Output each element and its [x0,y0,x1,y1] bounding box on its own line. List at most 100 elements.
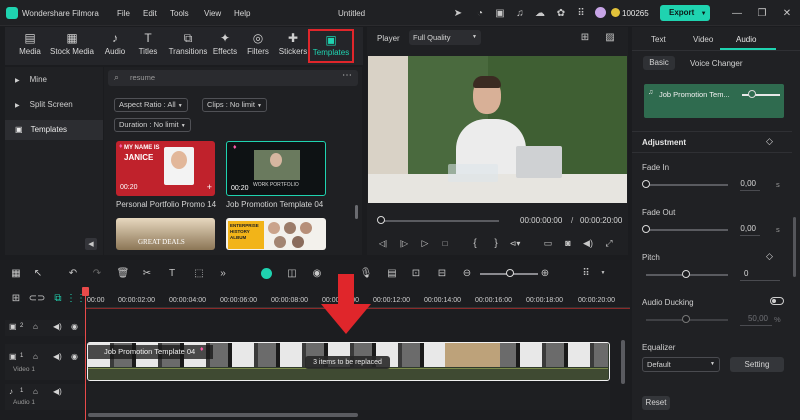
fade-in-slider[interactable] [646,184,728,186]
zoom-in-icon[interactable]: ⊕ [539,267,551,279]
camera-icon[interactable]: ◙ [562,237,574,249]
grid-icon[interactable]: ⠿ [575,6,587,20]
play-step-icon[interactable]: |▷ [398,237,410,249]
headset-icon[interactable]: ♫ [514,6,526,20]
volume-icon[interactable]: ◀) [582,237,594,249]
tab-filters[interactable]: ◎ Filters [238,27,278,65]
chevron-down-icon[interactable]: ▼ [598,268,608,278]
template-card-enterprise[interactable]: ENTERPRISE HISTORY ALBUM [226,218,326,250]
audio-ducking-toggle[interactable] [770,297,784,305]
panel-scrollbar[interactable] [793,217,796,277]
playhead-knob[interactable] [377,216,385,224]
text-tool-icon[interactable]: T [166,267,178,279]
sidebar-item-templates[interactable]: ▣ Templates [5,120,103,140]
gift-icon[interactable]: ✿ [555,6,567,20]
avatar[interactable] [595,7,606,18]
equalizer-setting-button[interactable]: Setting [730,357,784,372]
mask-icon[interactable]: ◫ [286,267,298,279]
select-tool-icon[interactable]: ↖ [32,267,44,279]
tab-video[interactable]: Video [693,35,713,44]
mark-out-icon[interactable]: } [491,237,501,249]
collapse-sidebar-icon[interactable]: ◀ [85,238,97,250]
restore-icon[interactable]: ❐ [755,6,769,20]
stop-icon[interactable]: □ [439,237,451,249]
sidebar-item-mine[interactable]: ▶ Mine [5,70,103,90]
timeline-vscrollbar[interactable] [621,340,625,384]
menu-file[interactable]: File [117,9,130,18]
menu-help[interactable]: Help [234,9,250,18]
pitch-value[interactable]: 0 [740,267,780,281]
equalizer-preset-select[interactable]: Default ▼ [642,357,720,372]
export-button[interactable]: Export ▼ [660,5,710,21]
mute-icon[interactable]: ◀) [53,387,62,396]
menu-tools[interactable]: Tools [170,9,189,18]
zoom-knob[interactable] [506,269,514,277]
redo-icon[interactable]: ↷ [91,267,103,279]
fade-out-value[interactable]: 0,00 [740,222,760,236]
add-template-icon[interactable]: + [207,182,212,192]
monitor-icon[interactable]: ▭ [542,237,554,249]
eye-icon[interactable]: ◉ [71,352,78,361]
play-icon[interactable]: ▷ [419,237,431,249]
link-icon[interactable]: ⊂⊃ [29,292,46,304]
mute-icon[interactable]: ◀) [53,352,62,361]
sidebar-item-split-screen[interactable]: ▶ Split Screen [5,95,103,115]
subtab-basic[interactable]: Basic [643,56,675,70]
send-icon[interactable]: ➤ [452,6,464,20]
aspect-ratio-filter[interactable]: Aspect Ratio : All ▼ [114,98,188,112]
grid-menu-icon[interactable]: ⠿ [580,267,592,279]
fade-in-value[interactable]: 0,00 [740,177,760,191]
group-icon[interactable]: ⧉ [52,292,64,304]
bulb-icon[interactable]: ◔ [474,6,486,20]
more-options-icon[interactable]: ⋯ [342,70,352,81]
tab-media[interactable]: ▤ Media [10,27,50,65]
auto-ripple-icon[interactable]: ⋮⋮ [66,292,86,304]
mute-icon[interactable]: ◀) [53,322,62,331]
playback-progress[interactable] [381,220,499,222]
ai-tool-icon[interactable] [261,268,272,279]
zoom-out-icon[interactable]: ⊖ [461,267,473,279]
duration-filter[interactable]: Duration : No limit ▼ [114,118,191,132]
eye-icon[interactable]: ◉ [71,322,78,331]
clips-filter[interactable]: Clips : No limit ▼ [202,98,267,112]
subtitle-icon[interactable]: ▤ [386,267,398,279]
mark-in-icon[interactable]: { [470,237,480,249]
template-card-great-deals[interactable]: GREAT DEALS [116,218,215,250]
download-icon[interactable]: ▣ [494,6,506,20]
delete-icon[interactable]: 🗑 [117,267,130,279]
pitch-knob[interactable] [682,270,690,278]
minimize-icon[interactable]: — [730,6,744,20]
template-card-job-promotion[interactable]: ♦ WORK PORTFOLIO 00:20 [226,141,326,196]
tab-stickers[interactable]: ✚ Stickers [273,27,313,65]
fullscreen-icon[interactable]: ⤢ [603,237,615,249]
folder-icon[interactable]: ⌂ [33,387,38,396]
audio-clip-card[interactable]: ♫ Job Promotion Tem... [644,84,784,118]
tab-stock-media[interactable]: ▦ Stock Media [47,27,97,65]
marker-icon[interactable]: ⊲▾ [508,237,522,249]
tab-titles[interactable]: T Titles [128,27,168,65]
search-input[interactable]: ⌕ resume ⋯ [108,70,358,86]
keyframe-diamond-icon[interactable]: ◇ [766,251,773,262]
more-tools-icon[interactable]: » [217,267,229,279]
playhead-marker[interactable] [82,287,89,296]
audio-stretch-icon[interactable]: ◉ [311,267,323,279]
magnet-icon[interactable]: ⊟ [436,267,448,279]
tab-audio[interactable]: Audio [736,35,756,44]
prev-frame-icon[interactable]: ◁| [377,237,389,249]
timeline-scrollbar[interactable] [88,413,358,417]
undo-icon[interactable]: ↶ [67,267,79,279]
clip-volume-knob[interactable] [748,90,756,98]
mic-icon[interactable]: 🎙 [360,267,373,279]
folder-icon[interactable]: ⌂ [33,322,38,331]
keyframe-diamond-icon[interactable]: ◇ [766,136,773,147]
subtab-voice-changer[interactable]: Voice Changer [690,59,742,68]
reset-button[interactable]: Reset [642,396,670,410]
content-scrollbar[interactable] [355,205,358,219]
video-preview[interactable] [368,56,627,203]
snapshot-image-icon[interactable]: ▨ [603,31,617,43]
fade-in-knob[interactable] [642,180,650,188]
quality-select[interactable]: Full Quality ▼ [409,30,481,45]
scissors-icon[interactable]: ✂ [141,267,153,279]
tab-templates[interactable]: ▣ Templates [308,29,354,63]
menu-view[interactable]: View [204,9,221,18]
